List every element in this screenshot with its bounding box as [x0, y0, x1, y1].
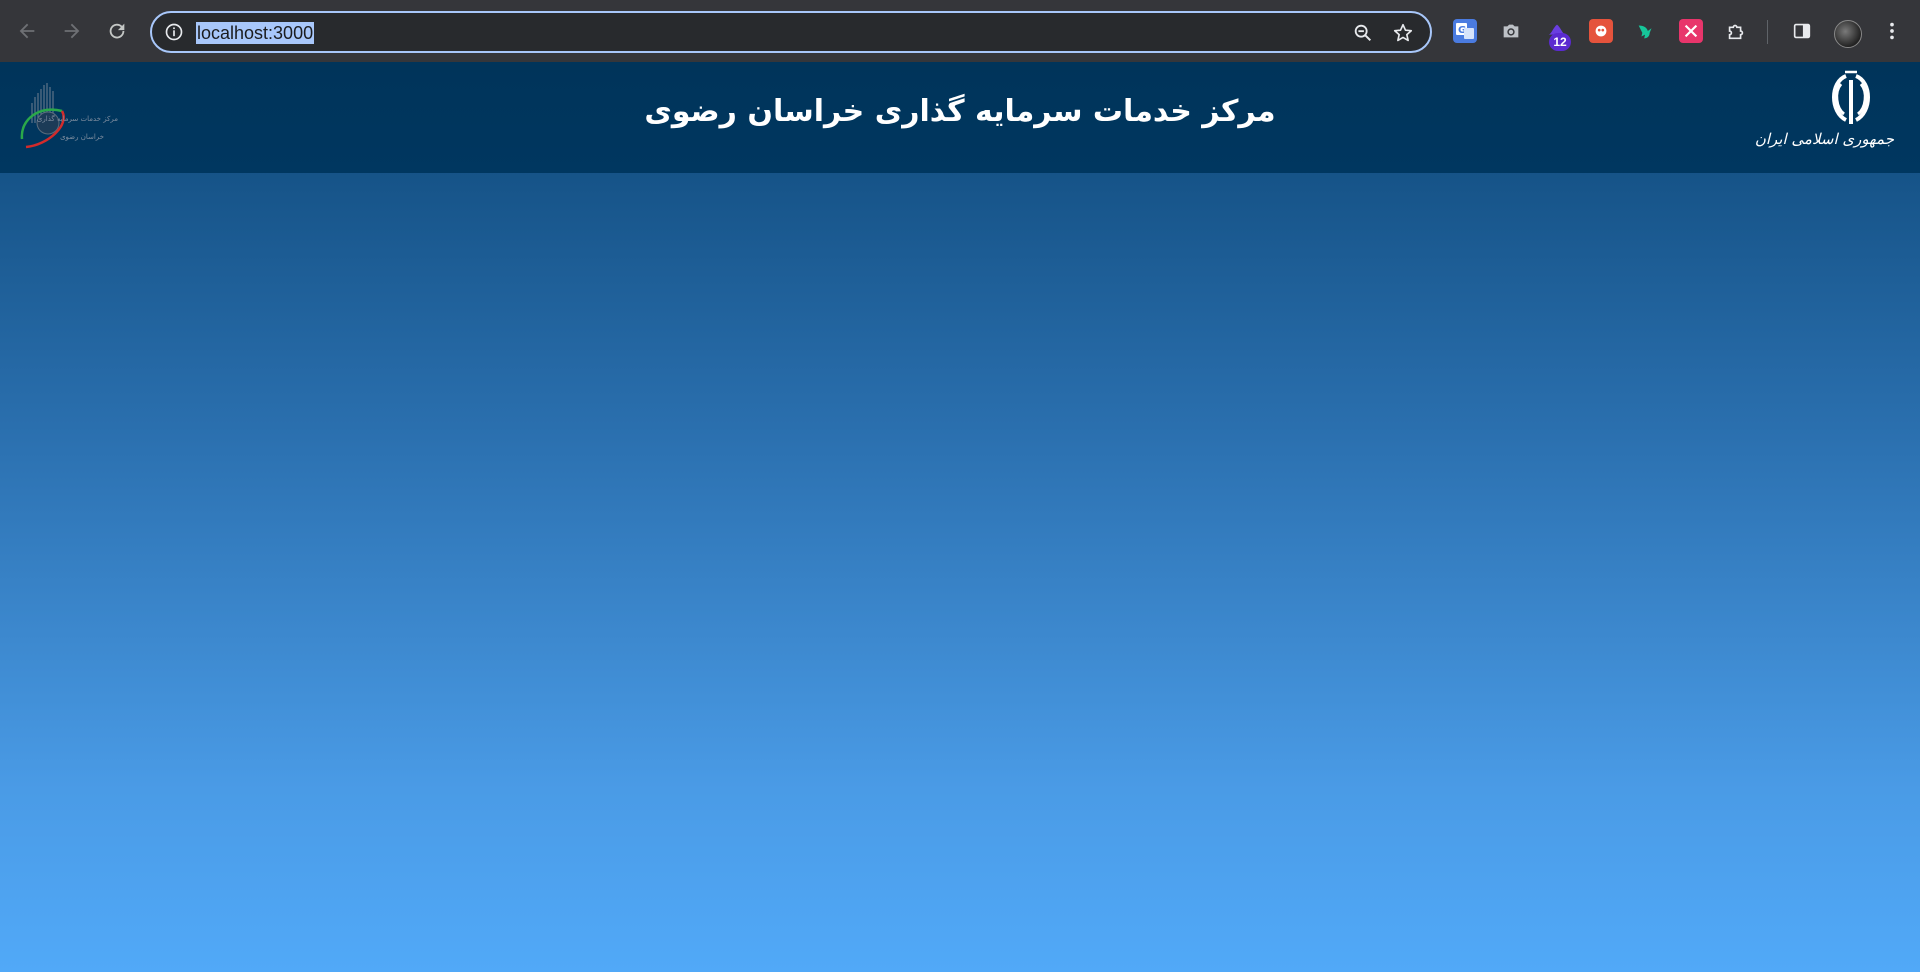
site-info-button[interactable]: [162, 20, 186, 44]
address-bar[interactable]: localhost:3000: [150, 11, 1432, 53]
translate-icon: G: [1456, 23, 1474, 39]
red-extension[interactable]: [1589, 19, 1613, 43]
side-panel-button[interactable]: [1790, 19, 1814, 43]
iran-emblem-icon: [1832, 70, 1870, 124]
side-panel-icon: [1793, 23, 1811, 39]
kebab-menu-icon: [1890, 22, 1894, 40]
arrow-left-icon: [19, 23, 35, 39]
emblem-caption: جمهوری اسلامی ایران: [1754, 130, 1894, 148]
extension-badge: 12: [1549, 33, 1571, 51]
zoom-out-icon: [1354, 24, 1372, 42]
google-translate-extension[interactable]: G: [1453, 19, 1477, 43]
zoom-button[interactable]: [1350, 20, 1376, 46]
browser-menu-button[interactable]: [1880, 19, 1904, 43]
iran-emblem-logo: جمهوری اسلامی ایران: [1754, 68, 1894, 164]
arrow-right-icon: [64, 23, 80, 39]
scissors-icon: [1684, 24, 1698, 38]
reload-button[interactable]: [99, 13, 135, 49]
info-icon: [165, 23, 183, 41]
green-extension[interactable]: [1634, 19, 1658, 43]
pink-extension[interactable]: [1679, 19, 1703, 43]
bug-icon: [1595, 25, 1607, 37]
forward-button[interactable]: [54, 13, 90, 49]
page-title: مرکز خدمات سرمایه گذاری خراسان رضوی: [644, 94, 1276, 129]
back-button[interactable]: [9, 13, 45, 49]
page-body: مرکز خدمات سرمایه گذاری خراسان رضوی مرکز…: [0, 62, 1920, 972]
screenshot-extension[interactable]: [1499, 19, 1523, 43]
bookmark-button[interactable]: [1390, 20, 1416, 46]
site-header: مرکز خدمات سرمایه گذاری خراسان رضوی مرکز…: [0, 62, 1920, 173]
star-icon: [1393, 23, 1413, 42]
bird-icon: [1638, 25, 1652, 39]
extensions-button[interactable]: [1724, 19, 1748, 43]
url-text[interactable]: localhost:3000: [196, 22, 315, 44]
puzzle-icon: [1728, 24, 1744, 40]
profile-avatar[interactable]: [1834, 20, 1862, 48]
reload-icon: [109, 23, 125, 39]
toolbar-separator: [1767, 20, 1768, 44]
browser-toolbar: localhost:3000 G 12: [0, 0, 1920, 62]
logo-text-line2: خراسان رضوی: [60, 133, 104, 141]
camera-icon: [1503, 24, 1519, 38]
